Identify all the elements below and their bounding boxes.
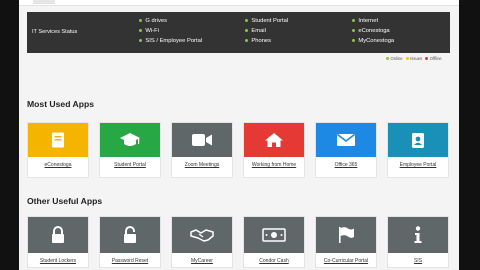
home-icon [244, 123, 304, 157]
status-dot [139, 38, 143, 43]
app-tile-condor-cash[interactable]: Condor Cash [243, 216, 305, 268]
id-badge-icon [388, 123, 448, 157]
status-dot [352, 28, 356, 33]
status-dot [245, 28, 249, 33]
app-tile-label: eConestoga [44, 162, 72, 168]
service-status-phones: Phones [245, 36, 271, 45]
handshake-icon [172, 217, 232, 253]
service-status-email: Email [245, 26, 266, 35]
service-status-sis-employee-portal: SIS / Employee Portal [139, 36, 202, 45]
video-camera-icon [172, 123, 232, 157]
envelope-icon [316, 123, 376, 157]
legend-online-dot [386, 57, 389, 60]
app-tile-label: Working from Home [251, 162, 297, 168]
app-tile-employee-portal[interactable]: Employee Portal [387, 122, 449, 178]
video-frame-left [0, 0, 19, 270]
app-tile-label: Employee Portal [399, 162, 437, 168]
flag-icon [316, 217, 376, 253]
status-dot [245, 18, 249, 23]
app-tile-mycareer[interactable]: MyCareer [171, 216, 233, 268]
app-tile-label: Office 365 [334, 162, 358, 168]
top-bar [19, 0, 459, 6]
app-tile-office-365[interactable]: Office 365 [315, 122, 377, 178]
app-tile-label: Password Reset [111, 258, 149, 264]
legend-issues-dot [405, 57, 409, 60]
app-tile-student-portal[interactable]: Student Portal [99, 122, 161, 178]
status-dot [139, 18, 143, 23]
app-tile-label: Student Portal [114, 162, 146, 168]
book-icon [28, 123, 88, 157]
status-dot [139, 28, 143, 33]
service-status-myconestoga: MyConestoga [352, 36, 394, 45]
it-services-page: IT Services Status G drives Wi-Fi SIS / … [19, 0, 459, 270]
service-status-internet: Internet [352, 16, 378, 25]
lock-icon [28, 217, 88, 253]
info-icon [388, 217, 448, 253]
status-legend: Online Issues Offline [383, 56, 442, 61]
money-icon [244, 217, 304, 253]
app-tile-label: Student Lockers [39, 258, 77, 264]
unlock-icon [100, 217, 160, 253]
status-panel-title: IT Services Status [32, 29, 78, 35]
service-status-econestoga: eConestoga [352, 26, 390, 35]
app-tile-password-reset[interactable]: Password Reset [99, 216, 161, 268]
app-tile-label: SIS [413, 258, 423, 264]
it-services-status-panel: IT Services Status G drives Wi-Fi SIS / … [27, 12, 450, 53]
legend-offline-dot [425, 57, 429, 60]
graduation-cap-icon [100, 123, 160, 157]
other-useful-apps-heading: Other Useful Apps [27, 196, 103, 206]
status-dot [352, 18, 356, 23]
app-tile-label: Co-Curricular Portal [323, 258, 369, 264]
app-tile-label: Zoom Meetings [184, 162, 220, 168]
app-tile-label: MyCareer [191, 258, 213, 264]
app-tile-working-from-home[interactable]: Working from Home [243, 122, 305, 178]
app-tile-zoom-meetings[interactable]: Zoom Meetings [171, 122, 233, 178]
status-dot [245, 38, 249, 43]
app-tile-econestoga[interactable]: eConestoga [27, 122, 89, 178]
most-used-apps-heading: Most Used Apps [27, 99, 95, 109]
app-tile-co-curricular-portal[interactable]: Co-Curricular Portal [315, 216, 377, 268]
status-dot [352, 38, 356, 43]
service-status-wifi: Wi-Fi [139, 26, 159, 35]
service-status-student-portal: Student Portal [245, 16, 288, 25]
app-tile-label: Condor Cash [259, 258, 289, 264]
app-tile-student-lockers[interactable]: Student Lockers [27, 216, 89, 268]
video-frame-right [459, 0, 480, 270]
app-tile-sis[interactable]: SIS [387, 216, 449, 268]
service-status-g-drives: G drives [139, 16, 167, 25]
